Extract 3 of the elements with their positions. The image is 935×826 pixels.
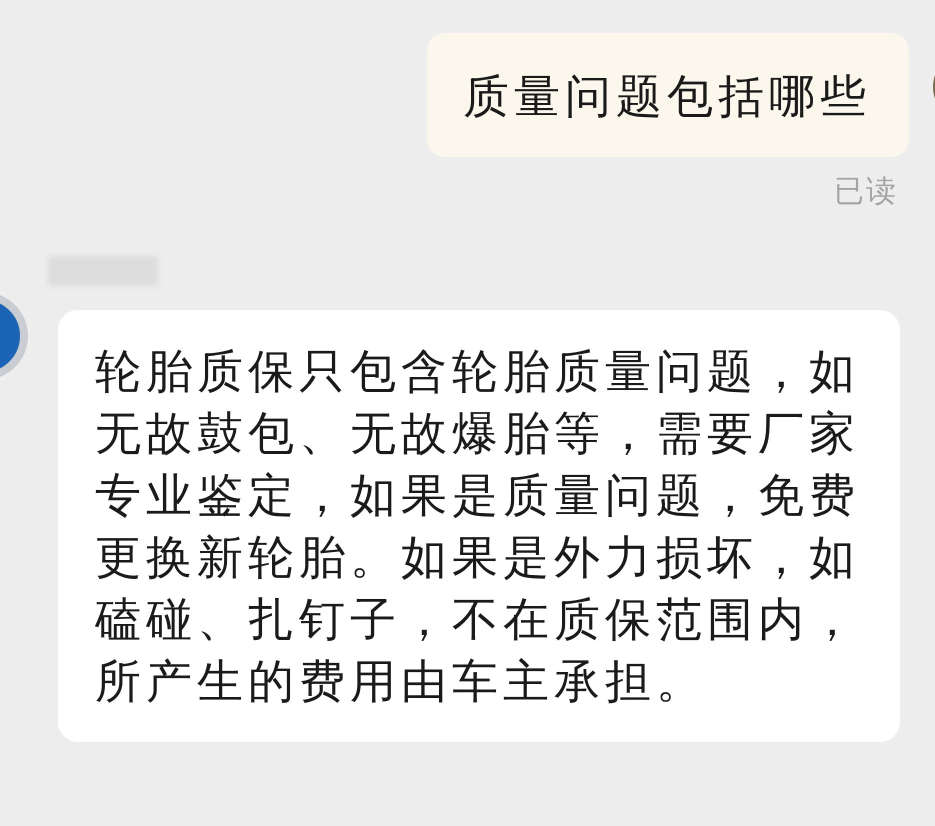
message-bubble: 轮胎质保只包含轮胎质量问题，如无故鼓包、无故爆胎等，需要厂家专业鉴定，如果是质量问题，免费更换新轮胎。如果是外力损坏，如磕碰、扎钉子，不在质保范围内，所产生的费用由车主承担。 [58, 310, 900, 742]
read-status: 已读 [834, 173, 898, 211]
message-bubble: 质量问题包括哪些 [427, 33, 909, 157]
